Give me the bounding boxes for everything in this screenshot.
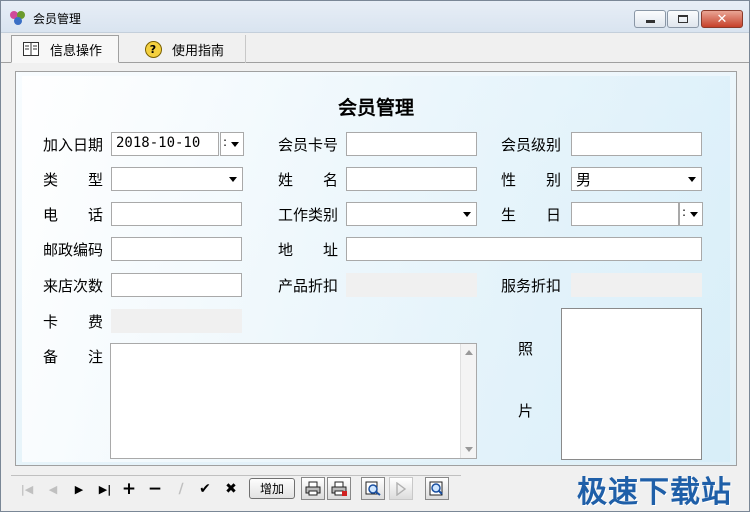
- tab-label: 信息操作: [50, 43, 103, 59]
- next-record-button[interactable]: ▶: [69, 478, 89, 500]
- tab-user-guide[interactable]: ? 使用指南: [134, 35, 246, 63]
- level-label: 会员级别: [501, 136, 562, 154]
- printer-icon: [305, 481, 321, 496]
- service-discount-field: [571, 273, 702, 297]
- first-record-button[interactable]: |◀: [17, 478, 37, 500]
- printer-red-icon: [331, 481, 347, 496]
- maximize-button[interactable]: [667, 10, 699, 28]
- notebook-icon: [22, 41, 40, 57]
- print-button[interactable]: [301, 477, 325, 500]
- service-discount-label: 服务折扣: [501, 277, 562, 295]
- job-type-select[interactable]: [346, 202, 477, 226]
- remark-textarea[interactable]: [110, 343, 477, 459]
- name-input[interactable]: [346, 167, 477, 191]
- join-date-input[interactable]: 2018-10-10: [111, 132, 219, 156]
- job-type-label: 工作类别: [278, 206, 339, 224]
- title-bar: 会员管理 ✕: [1, 1, 749, 33]
- remark-label: 备 注: [43, 348, 104, 366]
- tab-info-operation[interactable]: 信息操作: [11, 35, 119, 63]
- join-date-label: 加入日期: [43, 136, 104, 154]
- edit-record-button[interactable]: ∕: [171, 478, 191, 500]
- maximize-icon: [678, 15, 688, 23]
- minimize-icon: [645, 20, 655, 23]
- help-icon: ?: [144, 40, 162, 58]
- fee-label: 卡 费: [43, 313, 104, 331]
- last-record-button[interactable]: ▶|: [93, 478, 117, 500]
- photo-box[interactable]: [561, 308, 702, 460]
- address-input[interactable]: [346, 237, 702, 261]
- chevron-down-icon: [229, 177, 237, 182]
- find-button[interactable]: [425, 477, 449, 500]
- search-button[interactable]: [361, 477, 385, 500]
- minimize-button[interactable]: [634, 10, 666, 28]
- tab-label: 使用指南: [172, 43, 225, 59]
- member-management-window: 会员管理 ✕ 信息操作 ? 使用指南 会员管理 加入日期 2018-10-10 …: [0, 0, 750, 512]
- watermark-logo: 极速下载站: [577, 475, 732, 510]
- card-no-label: 会员卡号: [278, 136, 339, 154]
- visits-input[interactable]: [111, 273, 242, 297]
- zip-input[interactable]: [111, 237, 242, 261]
- record-toolbar: |◀ ◀ ▶ ▶| + − ∕ ✔ ✖ 增加: [11, 475, 461, 501]
- photo-label-bottom: 片: [518, 402, 534, 420]
- address-label: 地 址: [278, 241, 339, 259]
- join-date-picker-button[interactable]: :: [220, 132, 244, 156]
- chevron-down-icon: [463, 212, 471, 217]
- delete-record-button[interactable]: −: [145, 478, 165, 500]
- chevron-down-icon: [688, 177, 696, 182]
- play-icon: [396, 481, 407, 496]
- chevron-down-icon: [690, 212, 698, 217]
- birthday-input[interactable]: [571, 202, 679, 226]
- birthday-picker-button[interactable]: :: [679, 202, 703, 226]
- scroll-down-icon[interactable]: [465, 447, 473, 452]
- form-title: 会员管理: [337, 97, 414, 119]
- print-preview-button[interactable]: [327, 477, 351, 500]
- birthday-label: 生 日: [501, 206, 562, 224]
- card-no-input[interactable]: [346, 132, 477, 156]
- window-title: 会员管理: [33, 12, 82, 26]
- tab-bar: 信息操作 ? 使用指南: [1, 33, 749, 63]
- cancel-record-button[interactable]: ✖: [221, 478, 241, 500]
- gender-select-value: 男: [576, 171, 592, 189]
- app-icon: [10, 11, 25, 25]
- play-button[interactable]: [389, 477, 413, 500]
- remark-scrollbar[interactable]: [460, 344, 476, 458]
- visits-label: 来店次数: [43, 277, 104, 295]
- gender-label: 性 别: [501, 171, 562, 189]
- product-discount-label: 产品折扣: [278, 277, 339, 295]
- gender-select[interactable]: 男: [571, 167, 702, 191]
- type-select[interactable]: [111, 167, 243, 191]
- post-record-button[interactable]: ✔: [195, 478, 215, 500]
- prev-record-button[interactable]: ◀: [43, 478, 63, 500]
- close-icon: ✕: [716, 11, 728, 27]
- add-button[interactable]: 增加: [249, 478, 295, 499]
- phone-label: 电 话: [43, 206, 104, 224]
- phone-input[interactable]: [111, 202, 242, 226]
- photo-label-top: 照: [518, 340, 534, 358]
- close-button[interactable]: ✕: [701, 10, 743, 28]
- name-label: 姓 名: [278, 171, 339, 189]
- fee-field: [111, 309, 242, 333]
- scroll-up-icon[interactable]: [465, 350, 473, 355]
- type-label: 类 型: [43, 171, 104, 189]
- magnifier-icon: [365, 481, 381, 496]
- find-icon: [429, 481, 443, 496]
- level-input[interactable]: [571, 132, 702, 156]
- product-discount-field: [346, 273, 477, 297]
- zip-label: 邮政编码: [43, 241, 104, 259]
- chevron-down-icon: [231, 142, 239, 147]
- add-record-button[interactable]: +: [119, 478, 139, 500]
